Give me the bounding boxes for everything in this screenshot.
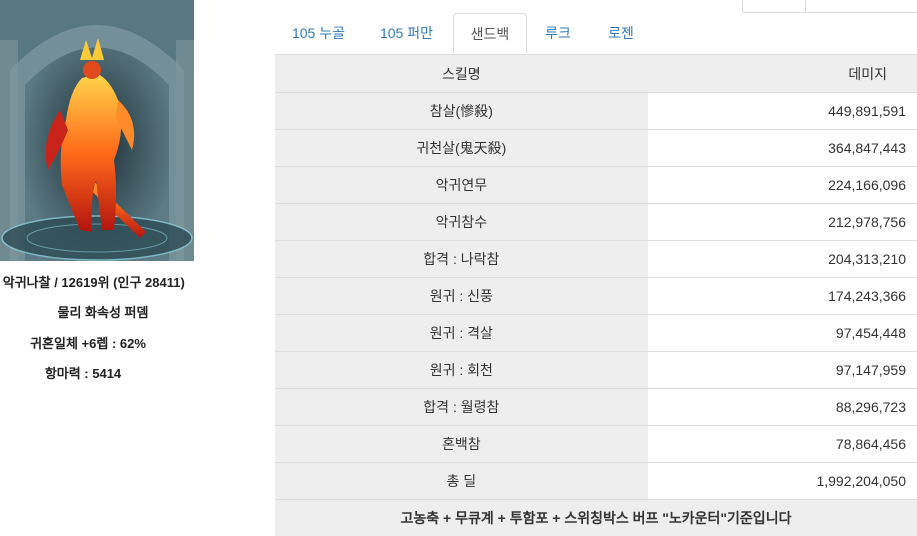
character-build: 물리 화속성 퍼뎀 bbox=[0, 302, 238, 321]
skill-damage: 449,891,591 bbox=[648, 93, 917, 130]
damage-table: 스킬명 데미지 참살(慘殺)449,891,591 귀천살(鬼天殺)364,84… bbox=[275, 55, 917, 536]
top-partial-box-right bbox=[805, 0, 917, 13]
table-footnote-row: 고농축 + 무큐계 + 투함포 + 스위칭박스 버프 "노카운터"기준입니다 bbox=[275, 500, 917, 536]
table-row: 원귀 : 회천97,147,959 bbox=[275, 352, 917, 389]
total-damage: 1,992,204,050 bbox=[648, 463, 917, 500]
skill-name: 악귀참수 bbox=[275, 204, 648, 241]
tab-rosen[interactable]: 로젠 bbox=[593, 13, 649, 54]
skill-damage: 224,166,096 bbox=[648, 167, 917, 204]
table-row-total: 총 딜1,992,204,050 bbox=[275, 463, 917, 500]
character-resist: 항마력 : 5414 bbox=[0, 363, 218, 382]
skill-damage: 174,243,366 bbox=[648, 278, 917, 315]
skill-name: 귀천살(鬼天殺) bbox=[275, 130, 648, 167]
skill-name: 합격 : 월령참 bbox=[275, 389, 648, 426]
skill-damage: 88,296,723 bbox=[648, 389, 917, 426]
skill-damage: 97,147,959 bbox=[648, 352, 917, 389]
tab-sandbag[interactable]: 샌드백 bbox=[453, 13, 527, 54]
table-row: 합격 : 나락참204,313,210 bbox=[275, 241, 917, 278]
footnote: 고농축 + 무큐계 + 투함포 + 스위칭박스 버프 "노카운터"기준입니다 bbox=[275, 500, 917, 536]
skill-name: 원귀 : 격살 bbox=[275, 315, 648, 352]
top-partial-box-left bbox=[742, 0, 806, 13]
tab-105-nugol[interactable]: 105 누골 bbox=[275, 13, 362, 54]
skill-name: 악귀연무 bbox=[275, 167, 648, 204]
table-row: 귀천살(鬼天殺)364,847,443 bbox=[275, 130, 917, 167]
header-skill: 스킬명 bbox=[275, 55, 648, 93]
skill-name: 원귀 : 회천 bbox=[275, 352, 648, 389]
skill-damage: 212,978,756 bbox=[648, 204, 917, 241]
skill-name: 합격 : 나락참 bbox=[275, 241, 648, 278]
table-row: 악귀참수212,978,756 bbox=[275, 204, 917, 241]
total-label: 총 딜 bbox=[275, 463, 648, 500]
table-row: 악귀연무224,166,096 bbox=[275, 167, 917, 204]
skill-damage: 204,313,210 bbox=[648, 241, 917, 278]
table-row: 합격 : 월령참88,296,723 bbox=[275, 389, 917, 426]
table-row: 혼백참78,864,456 bbox=[275, 426, 917, 463]
tab-luke[interactable]: 루크 bbox=[530, 13, 586, 54]
tab-105-peoman[interactable]: 105 퍼만 bbox=[365, 13, 448, 54]
skill-name: 참살(慘殺) bbox=[275, 93, 648, 130]
table-row: 참살(慘殺)449,891,591 bbox=[275, 93, 917, 130]
character-option: 귀혼일체 +6렙 : 62% bbox=[0, 333, 223, 352]
character-summary: 배틀 / 악귀나찰 / 12619위 (인구 28411) bbox=[0, 272, 268, 291]
skill-name: 원귀 : 신풍 bbox=[275, 278, 648, 315]
table-header: 스킬명 데미지 bbox=[275, 55, 917, 93]
dungeon-tabs: 105 누골 105 퍼만 샌드백 루크 로젠 bbox=[275, 13, 917, 55]
character-portrait bbox=[0, 0, 194, 261]
skill-damage: 364,847,443 bbox=[648, 130, 917, 167]
skill-damage: 97,454,448 bbox=[648, 315, 917, 352]
table-row: 원귀 : 격살97,454,448 bbox=[275, 315, 917, 352]
skill-name: 혼백참 bbox=[275, 426, 648, 463]
skill-damage: 78,864,456 bbox=[648, 426, 917, 463]
table-row: 원귀 : 신풍174,243,366 bbox=[275, 278, 917, 315]
header-damage: 데미지 bbox=[648, 55, 917, 93]
